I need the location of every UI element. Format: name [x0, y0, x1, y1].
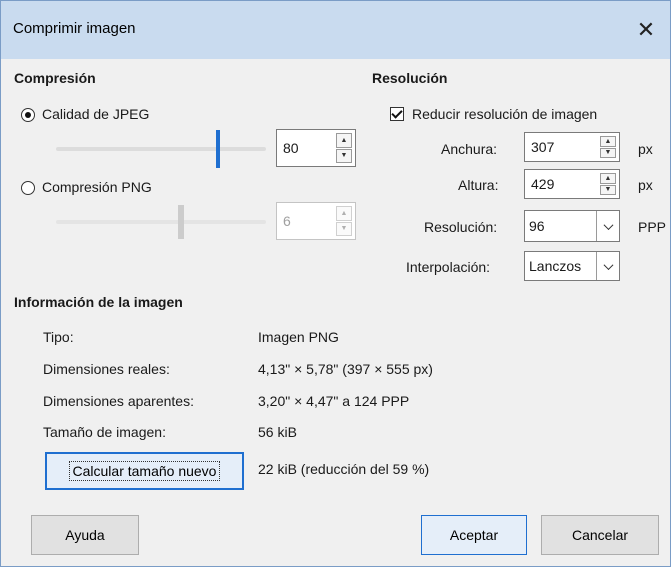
png-compression-label: Compresión PNG	[42, 179, 152, 195]
compression-heading: Compresión	[14, 70, 96, 86]
info-apparent-dimensions-value: 3,20" × 4,47" a 124 PPP	[258, 393, 410, 409]
spin-up-icon[interactable]: ▲	[600, 136, 616, 147]
width-value: 307	[531, 139, 555, 155]
spin-down-icon[interactable]: ▼	[336, 221, 352, 236]
chevron-down-icon[interactable]	[596, 211, 619, 241]
info-image-size-value: 56 kiB	[258, 424, 297, 440]
width-unit: px	[638, 141, 653, 157]
png-compression-option[interactable]: Compresión PNG	[21, 178, 321, 198]
png-slider-track	[56, 220, 266, 224]
jpeg-slider-track	[56, 147, 266, 151]
dpi-value: 96	[529, 218, 545, 234]
dpi-combobox[interactable]: 96	[524, 210, 620, 242]
reduce-resolution-checkbox[interactable]: Reducir resolución de imagen	[390, 105, 660, 125]
close-icon: ✕	[636, 17, 656, 42]
title-bar[interactable]: Comprimir imagen ✕	[1, 1, 670, 59]
ok-button[interactable]: Aceptar	[421, 515, 527, 555]
jpeg-quality-value: 80	[283, 140, 299, 156]
help-button[interactable]: Ayuda	[31, 515, 139, 555]
height-value: 429	[531, 176, 555, 192]
jpeg-quality-label: Calidad de JPEG	[42, 106, 150, 122]
help-label: Ayuda	[65, 527, 105, 543]
spin-down-icon[interactable]: ▼	[336, 148, 352, 163]
resolution-heading: Resolución	[372, 70, 448, 86]
jpeg-quality-spinbox[interactable]: 80 ▲ ▼	[276, 129, 356, 167]
close-button[interactable]: ✕	[622, 1, 670, 59]
png-slider-thumb[interactable]	[178, 205, 184, 239]
ok-label: Aceptar	[449, 527, 499, 543]
cancel-label: Cancelar	[571, 527, 629, 543]
reduce-resolution-label: Reducir resolución de imagen	[412, 106, 598, 122]
interpolation-combobox[interactable]: Lanczos	[524, 251, 620, 281]
compress-image-dialog: Comprimir imagen ✕ Compresión Calidad de…	[0, 0, 671, 567]
dialog-body: Compresión Calidad de JPEG 80 ▲ ▼ Compre…	[1, 59, 670, 566]
interpolation-value: Lanczos	[529, 258, 582, 274]
info-image-size-label: Tamaño de imagen:	[43, 424, 166, 440]
spin-up-icon[interactable]: ▲	[336, 133, 352, 148]
info-apparent-dimensions-label: Dimensiones aparentes:	[43, 393, 194, 409]
info-type-label: Tipo:	[43, 329, 74, 345]
jpeg-quality-slider[interactable]	[56, 129, 266, 169]
png-compression-spinbox[interactable]: 6 ▲ ▼	[276, 202, 356, 240]
calculate-new-size-label: Calcular tamaño nuevo	[68, 461, 221, 481]
checkbox-checked-icon[interactable]	[390, 107, 404, 121]
dpi-label: Resolución:	[424, 219, 498, 235]
interpolation-label: Interpolación:	[406, 259, 491, 275]
calculate-new-size-button[interactable]: Calcular tamaño nuevo	[45, 452, 244, 490]
jpeg-quality-option[interactable]: Calidad de JPEG	[21, 105, 321, 125]
height-label: Altura:	[458, 177, 499, 193]
cancel-button[interactable]: Cancelar	[541, 515, 659, 555]
image-info-heading: Información de la imagen	[14, 294, 183, 310]
png-radio-icon[interactable]	[21, 181, 35, 195]
width-spinbox[interactable]: 307 ▲ ▼	[524, 132, 620, 162]
info-real-dimensions-value: 4,13" × 5,78" (397 × 555 px)	[258, 361, 433, 377]
jpeg-slider-thumb[interactable]	[216, 130, 220, 168]
new-size-value: 22 kiB (reducción del 59 %)	[258, 461, 430, 477]
dpi-unit: PPP	[638, 219, 667, 235]
height-spinbox[interactable]: 429 ▲ ▼	[524, 169, 620, 199]
spin-up-icon[interactable]: ▲	[600, 173, 616, 184]
height-unit: px	[638, 177, 653, 193]
jpeg-radio-icon[interactable]	[21, 108, 35, 122]
dialog-title: Comprimir imagen	[13, 20, 136, 37]
png-compression-slider[interactable]	[56, 202, 266, 242]
info-real-dimensions-label: Dimensiones reales:	[43, 361, 170, 377]
info-type-value: Imagen PNG	[258, 329, 339, 345]
chevron-down-icon[interactable]	[596, 252, 619, 280]
png-compression-value: 6	[283, 213, 291, 229]
spin-down-icon[interactable]: ▼	[600, 147, 616, 158]
spin-up-icon[interactable]: ▲	[336, 206, 352, 221]
width-label: Anchura:	[441, 141, 498, 157]
spin-down-icon[interactable]: ▼	[600, 184, 616, 195]
